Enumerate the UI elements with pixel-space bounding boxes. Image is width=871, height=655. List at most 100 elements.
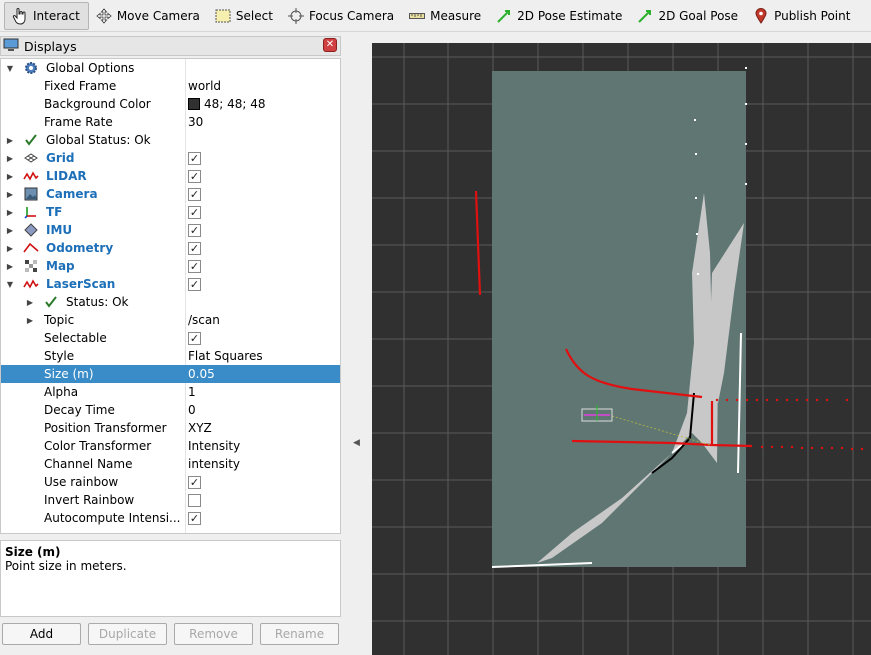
publish-point-tool[interactable]: Publish Point xyxy=(746,2,858,30)
tree-row-use-rainbow[interactable]: Use rainbow ✓ xyxy=(1,473,340,491)
tree-row-tf[interactable]: ▶ TF ✓ xyxy=(1,203,340,221)
displays-title: Displays xyxy=(24,38,77,54)
remove-button[interactable]: Remove xyxy=(174,623,253,645)
laserscan-checkbox[interactable]: ✓ xyxy=(188,277,201,291)
channel-name-value[interactable]: intensity xyxy=(188,457,240,471)
expand-arrow-icon[interactable]: ▶ xyxy=(5,190,15,199)
measure-label: Measure xyxy=(430,8,482,23)
use-rainbow-checkbox[interactable]: ✓ xyxy=(188,475,201,489)
tree-row-decay-time[interactable]: Decay Time 0 xyxy=(1,401,340,419)
tf-checkbox[interactable]: ✓ xyxy=(188,205,201,219)
focus-camera-tool[interactable]: Focus Camera xyxy=(281,2,402,30)
focus-crosshair-icon xyxy=(287,7,305,25)
collapse-arrow-icon[interactable]: ▼ xyxy=(5,280,15,289)
style-value[interactable]: Flat Squares xyxy=(188,349,263,363)
alpha-value[interactable]: 1 xyxy=(188,385,196,399)
tree-row-grid[interactable]: ▶ Grid ✓ xyxy=(1,149,340,167)
tree-row-invert-rainbow[interactable]: Invert Rainbow xyxy=(1,491,340,509)
tree-row-selectable[interactable]: Selectable ✓ xyxy=(1,329,340,347)
property-description: Size (m) Point size in meters. xyxy=(0,540,341,617)
lidar-checkbox[interactable]: ✓ xyxy=(188,169,201,183)
tree-row-fixed-frame[interactable]: Fixed Frame world xyxy=(1,77,340,95)
tf-label: TF xyxy=(46,205,63,219)
grid-checkbox[interactable]: ✓ xyxy=(188,151,201,165)
collapse-left-icon[interactable]: ◀ xyxy=(353,438,360,448)
tree-row-alpha[interactable]: Alpha 1 xyxy=(1,383,340,401)
tree-row-background-color[interactable]: Background Color 48; 48; 48 xyxy=(1,95,340,113)
background-color-label: Background Color xyxy=(44,97,151,111)
publish-point-label: Publish Point xyxy=(774,8,851,23)
color-transformer-value[interactable]: Intensity xyxy=(188,439,240,453)
expand-arrow-icon[interactable]: ▶ xyxy=(25,316,35,325)
goal-pose-tool[interactable]: 2D Goal Pose xyxy=(630,2,746,30)
invert-rainbow-checkbox[interactable] xyxy=(188,493,201,507)
collapse-arrow-icon[interactable]: ▼ xyxy=(5,64,15,73)
tree-row-frame-rate[interactable]: Frame Rate 30 xyxy=(1,113,340,131)
green-arrow-icon xyxy=(495,7,513,25)
camera-checkbox[interactable]: ✓ xyxy=(188,187,201,201)
expand-arrow-icon[interactable]: ▶ xyxy=(5,226,15,235)
map-label: Map xyxy=(46,259,75,273)
background-color-text: 48; 48; 48 xyxy=(204,97,266,111)
tree-row-size[interactable]: Size (m) 0.05 xyxy=(1,365,340,383)
frame-rate-value[interactable]: 30 xyxy=(188,115,203,129)
panel-splitter[interactable]: ◀ xyxy=(348,36,368,655)
odometry-checkbox[interactable]: ✓ xyxy=(188,241,201,255)
checkmark-icon xyxy=(43,294,59,310)
expand-arrow-icon[interactable]: ▶ xyxy=(5,136,15,145)
interact-tool[interactable]: Interact xyxy=(4,1,89,30)
autocompute-label: Autocompute Intensi... xyxy=(44,511,181,525)
topic-value[interactable]: /scan xyxy=(188,313,220,327)
pose-estimate-label: 2D Pose Estimate xyxy=(517,8,623,23)
expand-arrow-icon[interactable]: ▶ xyxy=(5,208,15,217)
invert-rainbow-label: Invert Rainbow xyxy=(44,493,135,507)
tree-row-map[interactable]: ▶ Map ✓ xyxy=(1,257,340,275)
select-label: Select xyxy=(235,8,273,23)
expand-arrow-icon[interactable]: ▶ xyxy=(25,298,35,307)
close-icon[interactable]: ✕ xyxy=(323,38,337,52)
map-checkbox[interactable]: ✓ xyxy=(188,259,201,273)
position-transformer-value[interactable]: XYZ xyxy=(188,421,212,435)
viewport-scene xyxy=(372,43,871,655)
use-rainbow-label: Use rainbow xyxy=(44,475,119,489)
tree-row-style[interactable]: Style Flat Squares xyxy=(1,347,340,365)
tree-row-topic[interactable]: ▶ Topic /scan xyxy=(1,311,340,329)
render-viewport[interactable] xyxy=(372,43,871,655)
expand-arrow-icon[interactable]: ▶ xyxy=(5,244,15,253)
camera-image-icon xyxy=(23,186,39,202)
tree-row-global-options[interactable]: ▼ Global Options xyxy=(1,59,340,77)
pose-estimate-tool[interactable]: 2D Pose Estimate xyxy=(489,2,630,30)
hand-pointer-icon xyxy=(11,7,29,25)
rename-button[interactable]: Rename xyxy=(260,623,339,645)
select-tool[interactable]: Select xyxy=(208,2,281,30)
odometry-icon xyxy=(23,240,39,256)
tree-row-laserscan[interactable]: ▼ LaserScan ✓ xyxy=(1,275,340,293)
odometry-label: Odometry xyxy=(46,241,114,255)
tree-row-camera[interactable]: ▶ Camera ✓ xyxy=(1,185,340,203)
grid-label: Grid xyxy=(46,151,75,165)
background-color-value[interactable]: 48; 48; 48 xyxy=(188,97,266,111)
tree-row-global-status[interactable]: ▶ Global Status: Ok xyxy=(1,131,340,149)
move-camera-tool[interactable]: Move Camera xyxy=(89,2,208,30)
tree-row-position-transformer[interactable]: Position Transformer XYZ xyxy=(1,419,340,437)
tree-row-laserscan-status[interactable]: ▶ Status: Ok xyxy=(1,293,340,311)
expand-arrow-icon[interactable]: ▶ xyxy=(5,172,15,181)
decay-time-value[interactable]: 0 xyxy=(188,403,196,417)
tree-row-color-transformer[interactable]: Color Transformer Intensity xyxy=(1,437,340,455)
tree-row-imu[interactable]: ▶ IMU ✓ xyxy=(1,221,340,239)
add-button[interactable]: Add xyxy=(2,623,81,645)
tree-row-channel-name[interactable]: Channel Name intensity xyxy=(1,455,340,473)
move-arrows-icon xyxy=(95,7,113,25)
duplicate-button[interactable]: Duplicate xyxy=(88,623,167,645)
selectable-checkbox[interactable]: ✓ xyxy=(188,331,201,345)
expand-arrow-icon[interactable]: ▶ xyxy=(5,154,15,163)
autocompute-checkbox[interactable]: ✓ xyxy=(188,511,201,525)
size-value[interactable]: 0.05 xyxy=(188,367,215,381)
measure-tool[interactable]: Measure xyxy=(402,2,489,30)
expand-arrow-icon[interactable]: ▶ xyxy=(5,262,15,271)
tree-row-autocompute[interactable]: Autocompute Intensi... ✓ xyxy=(1,509,340,527)
tree-row-lidar[interactable]: ▶ LIDAR ✓ xyxy=(1,167,340,185)
imu-checkbox[interactable]: ✓ xyxy=(188,223,201,237)
tree-row-odometry[interactable]: ▶ Odometry ✓ xyxy=(1,239,340,257)
fixed-frame-value[interactable]: world xyxy=(188,79,221,93)
